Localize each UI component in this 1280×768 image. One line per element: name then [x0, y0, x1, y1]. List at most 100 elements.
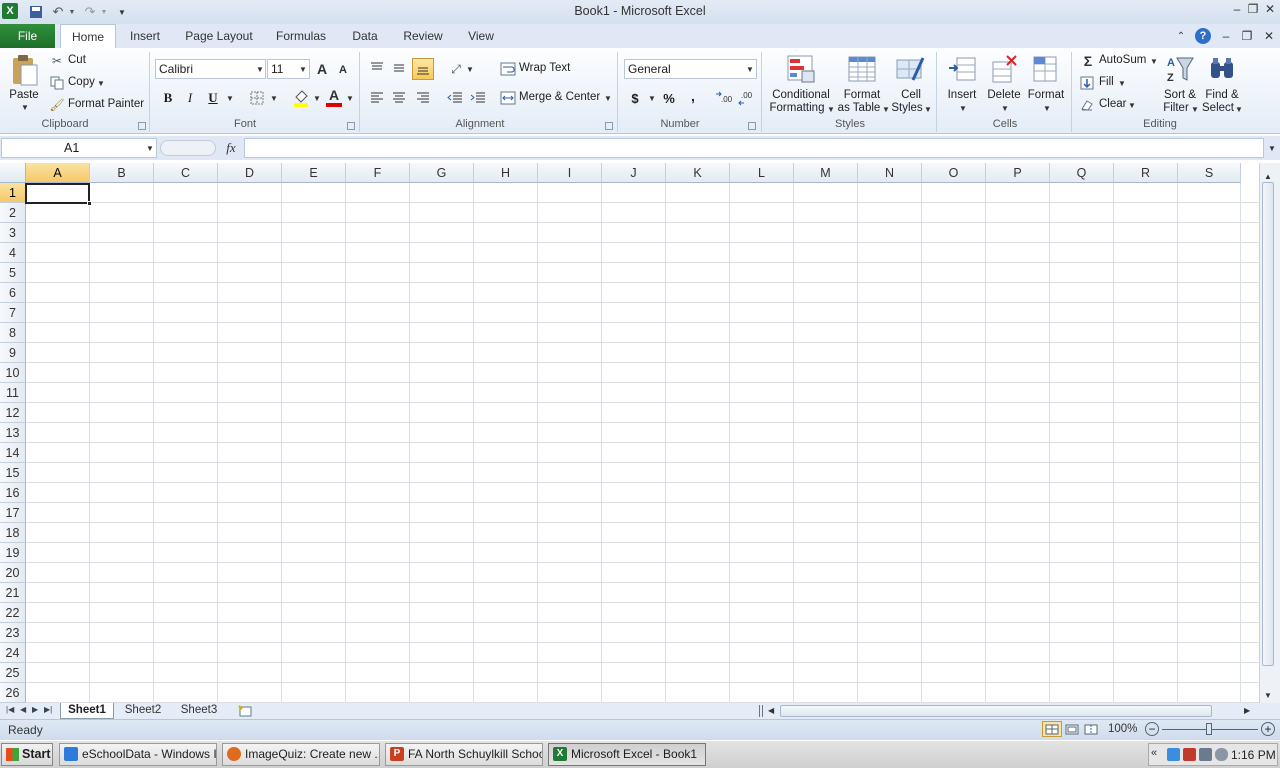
italic-button[interactable]: I: [182, 89, 198, 107]
row-header[interactable]: 4: [0, 243, 26, 263]
autosum-dropdown-icon[interactable]: ▼: [1150, 57, 1158, 66]
row-header[interactable]: 15: [0, 463, 26, 483]
underline-dropdown-icon[interactable]: ▼: [226, 94, 234, 103]
row-header[interactable]: 10: [0, 363, 26, 383]
row-header[interactable]: 25: [0, 663, 26, 683]
comma-button[interactable]: ,: [686, 87, 700, 105]
percent-button[interactable]: %: [661, 89, 677, 107]
insert-cells-icon[interactable]: [946, 53, 978, 85]
row-header[interactable]: 7: [0, 303, 26, 323]
sheet-nav-first-icon[interactable]: |◀: [6, 705, 14, 714]
clock[interactable]: 1:16 PM: [1231, 748, 1276, 762]
insert-cells-dropdown-icon[interactable]: ▼: [959, 104, 967, 113]
close-icon[interactable]: ✕: [1263, 2, 1277, 16]
borders-dropdown-icon[interactable]: ▼: [270, 94, 278, 103]
column-header[interactable]: F: [346, 163, 410, 183]
row-header[interactable]: 11: [0, 383, 26, 403]
sheet-tab-sheet3[interactable]: Sheet3: [174, 703, 224, 719]
column-header[interactable]: B: [90, 163, 154, 183]
clear-button[interactable]: Clear: [1099, 98, 1126, 110]
align-middle-icon[interactable]: [390, 59, 408, 77]
paste-dropdown-icon[interactable]: ▼: [21, 103, 29, 112]
scroll-up-icon[interactable]: ▲: [1264, 172, 1272, 181]
merge-center-dropdown-icon[interactable]: ▼: [604, 94, 612, 103]
merge-center-button[interactable]: Merge & Center: [519, 91, 600, 103]
column-header[interactable]: S: [1178, 163, 1241, 183]
column-header[interactable]: M: [794, 163, 858, 183]
copy-dropdown-icon[interactable]: ▼: [97, 79, 105, 88]
formula-input[interactable]: [244, 138, 1264, 158]
sheet-nav-prev-icon[interactable]: ◀: [20, 705, 26, 714]
vertical-scroll-thumb[interactable]: [1262, 182, 1274, 666]
workbook-minimize-icon[interactable]: –: [1219, 29, 1233, 43]
conditional-formatting-icon[interactable]: [785, 53, 817, 85]
tab-view[interactable]: View: [462, 24, 500, 48]
row-header[interactable]: 21: [0, 583, 26, 603]
formula-bar-resize-handle[interactable]: [160, 140, 216, 156]
scroll-down-icon[interactable]: ▼: [1264, 691, 1272, 700]
bridge-tray-icon[interactable]: [1183, 748, 1196, 761]
row-header[interactable]: 3: [0, 223, 26, 243]
format-painter-button[interactable]: Format Painter: [68, 98, 144, 110]
column-header[interactable]: O: [922, 163, 986, 183]
wrap-text-button[interactable]: Wrap Text: [519, 62, 570, 74]
volume-tray-icon[interactable]: [1215, 748, 1228, 761]
clear-dropdown-icon[interactable]: ▼: [1128, 101, 1136, 110]
minimize-icon[interactable]: –: [1230, 2, 1244, 16]
row-header[interactable]: 16: [0, 483, 26, 503]
align-bottom-icon[interactable]: [412, 58, 434, 80]
row-header[interactable]: 12: [0, 403, 26, 423]
cell-styles-dropdown-icon[interactable]: ▼: [924, 105, 932, 114]
sheet-nav-next-icon[interactable]: ▶: [32, 705, 38, 714]
tab-review[interactable]: Review: [398, 24, 448, 48]
taskbar-item-imagequiz[interactable]: ImageQuiz: Create new ...: [222, 743, 380, 766]
zoom-slider-thumb[interactable]: [1206, 723, 1212, 735]
format-painter-icon[interactable]: 🖌: [49, 98, 64, 112]
name-box[interactable]: A1: [1, 138, 157, 158]
row-header[interactable]: 22: [0, 603, 26, 623]
column-header[interactable]: I: [538, 163, 602, 183]
column-header[interactable]: G: [410, 163, 474, 183]
find-select-dropdown-icon[interactable]: ▼: [1235, 105, 1243, 114]
scroll-left-icon[interactable]: ◀: [768, 706, 774, 715]
tab-formulas[interactable]: Formulas: [272, 24, 330, 48]
find-select-button[interactable]: Find &: [1202, 89, 1242, 102]
alignment-launcher-icon[interactable]: [605, 122, 613, 130]
font-color-dropdown-icon[interactable]: ▼: [346, 94, 354, 103]
fill-icon[interactable]: [1080, 76, 1094, 90]
delete-cells-button[interactable]: Delete: [984, 89, 1024, 102]
row-header[interactable]: 23: [0, 623, 26, 643]
format-cells-dropdown-icon[interactable]: ▼: [1043, 104, 1051, 113]
sort-filter-icon[interactable]: AZ: [1164, 53, 1196, 85]
copy-icon[interactable]: [50, 76, 64, 90]
name-box-dropdown-icon[interactable]: ▼: [146, 144, 154, 153]
column-header[interactable]: E: [282, 163, 346, 183]
row-header[interactable]: 9: [0, 343, 26, 363]
align-right-icon[interactable]: [414, 89, 432, 107]
tab-insert[interactable]: Insert: [122, 24, 168, 48]
underline-button[interactable]: U: [205, 89, 221, 107]
row-header[interactable]: 14: [0, 443, 26, 463]
number-format-dropdown-icon[interactable]: ▼: [746, 65, 754, 74]
font-color-icon[interactable]: A: [326, 87, 342, 103]
active-cell-a1[interactable]: [25, 183, 90, 204]
help-icon[interactable]: ?: [1195, 28, 1211, 44]
tab-home[interactable]: Home: [60, 24, 116, 49]
font-launcher-icon[interactable]: [347, 122, 355, 130]
insert-worksheet-icon[interactable]: [236, 704, 254, 718]
borders-icon[interactable]: [249, 90, 265, 106]
format-cells-icon[interactable]: [1029, 53, 1061, 85]
taskbar-item-excel[interactable]: X Microsoft Excel - Book1: [548, 743, 706, 766]
copy-button[interactable]: Copy: [68, 76, 95, 88]
row-header[interactable]: 2: [0, 203, 26, 223]
row-header[interactable]: 8: [0, 323, 26, 343]
bold-button[interactable]: B: [160, 89, 176, 107]
cell-styles-button[interactable]: Cell: [891, 89, 931, 102]
column-header[interactable]: H: [474, 163, 538, 183]
increase-decimal-icon[interactable]: .00: [715, 89, 735, 107]
scroll-right-icon[interactable]: ▶: [1244, 706, 1250, 715]
orientation-icon[interactable]: ⤢: [447, 60, 465, 78]
restore-icon[interactable]: ❐: [1246, 2, 1260, 16]
sheet-tab-sheet2[interactable]: Sheet2: [118, 703, 168, 719]
conditional-formatting-button[interactable]: Conditional: [766, 89, 836, 102]
